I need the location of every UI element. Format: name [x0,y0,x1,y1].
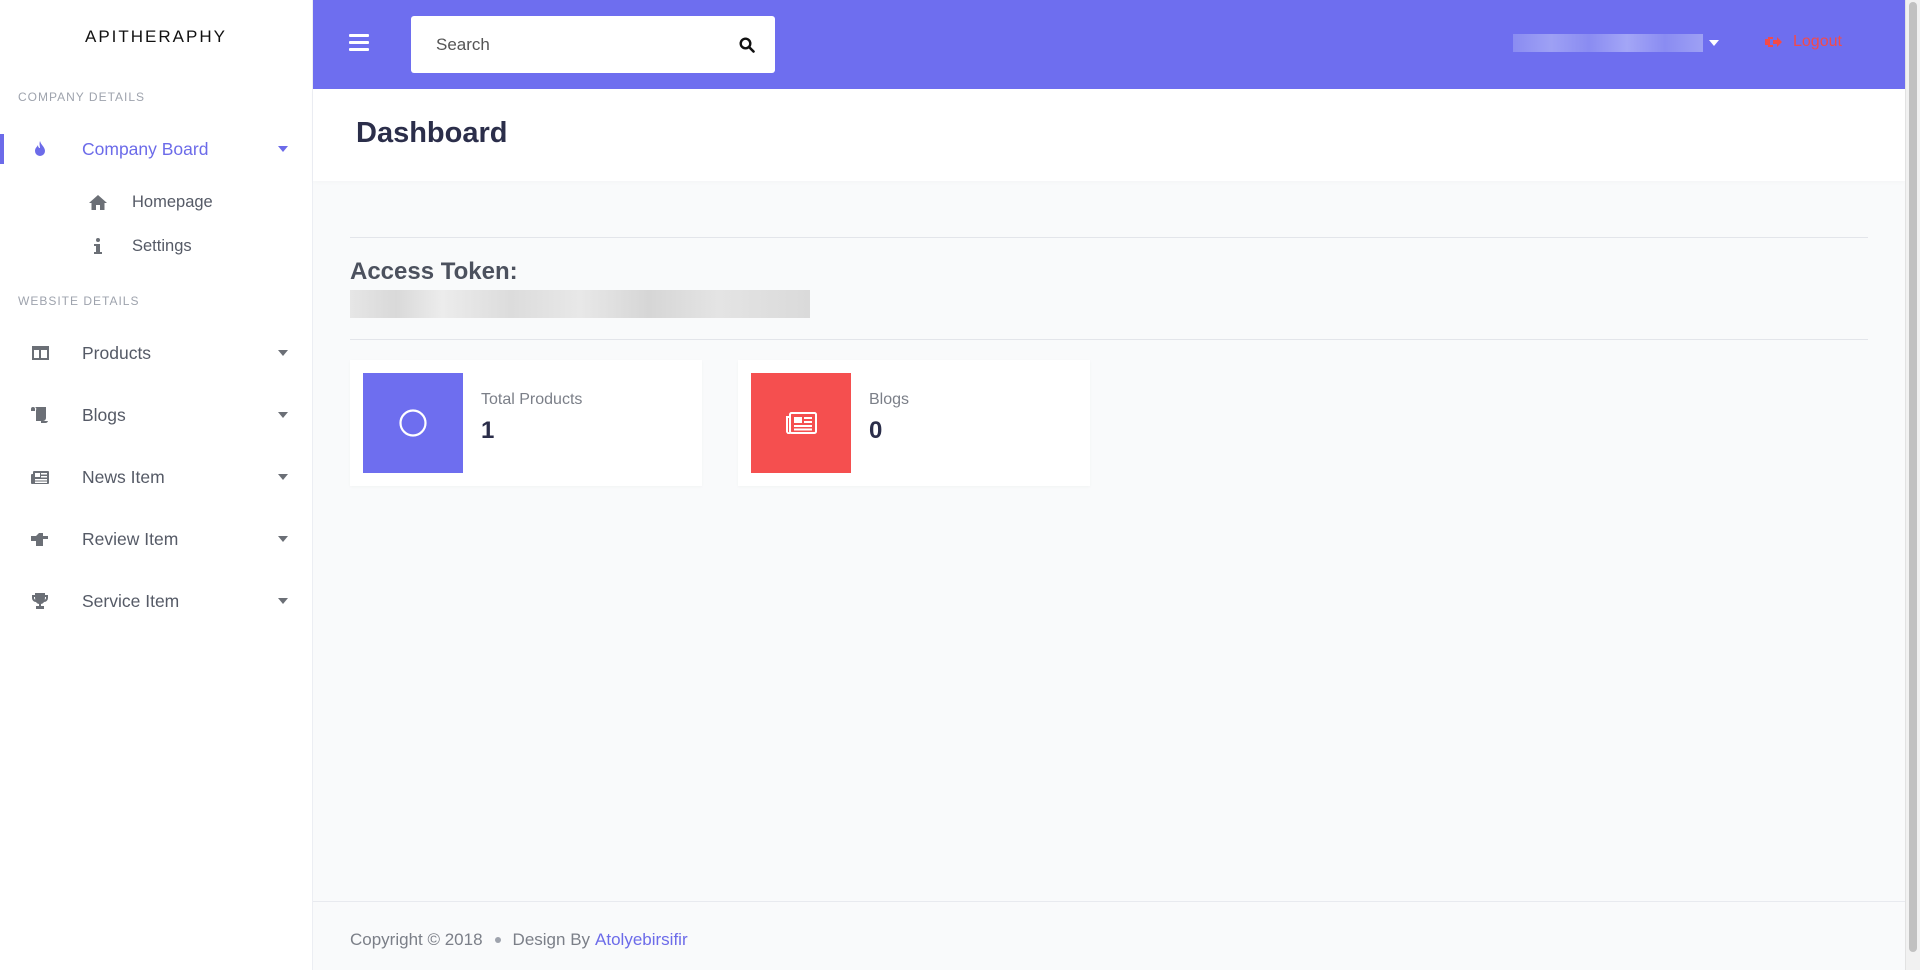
stat-card-blogs: Blogs 0 [738,360,1090,486]
sidebar-item-label: Company Board [82,138,209,159]
sidebar: APITHERAPHY COMPANY DETAILS Company Boar… [0,0,313,970]
flame-icon [30,139,50,159]
stat-value: 1 [481,417,495,444]
footer-text: Copyright © 2018 Design By Atolyebirsifi… [350,930,688,950]
page-scrollbar[interactable] [1905,0,1920,970]
sidebar-subitem-label: Settings [132,236,192,255]
page-title: Dashboard [356,117,508,149]
sidebar-item-label: Service Item [82,590,180,611]
stat-card-total-products: Total Products 1 [350,360,702,486]
logout-label: Logout [1793,33,1842,50]
brand-logo[interactable]: APITHERAPHY [0,0,312,74]
username-redacted [1513,34,1703,52]
hamburger-icon [349,48,369,51]
design-by-text: Design By [512,930,591,949]
sidebar-item-label: Products [82,342,152,363]
hamburger-icon [349,34,369,37]
section-title-company: COMPANY DETAILS [18,90,146,104]
sidebar-subitem-settings[interactable]: Settings [0,224,312,268]
home-icon [88,194,108,210]
sidebar-item-news[interactable]: News Item [0,446,312,508]
access-token-value-redacted [350,290,810,318]
footer: Copyright © 2018 Design By Atolyebirsifi… [313,901,1905,970]
chevron-down-icon [278,536,288,542]
sidebar-subitem-label: Homepage [132,192,213,211]
menu-toggle-button[interactable] [349,34,369,52]
stat-tile [363,373,463,473]
sidebar-item-company-board[interactable]: Company Board [0,118,312,180]
hand-pointer-icon [30,529,50,549]
stat-title: Blogs [869,391,910,408]
sidebar-item-service[interactable]: Service Item [0,570,312,632]
search-button[interactable] [719,16,775,73]
sidebar-item-label: Review Item [82,528,179,549]
scroll-icon [30,405,50,425]
sidebar-item-label: News Item [82,466,165,487]
hamburger-icon [349,41,369,44]
section-title-website: WEBSITE DETAILS [18,294,140,308]
stat-title: Total Products [481,391,583,408]
sidebar-item-blogs[interactable]: Blogs [0,384,312,446]
trophy-icon [30,591,50,611]
chevron-down-icon [278,146,288,152]
designer-link[interactable]: Atolyebirsifir [595,930,688,950]
divider [350,339,1868,340]
sidebar-item-review[interactable]: Review Item [0,508,312,570]
chevron-down-icon [278,474,288,480]
layout-icon [30,343,50,363]
logout-button[interactable]: Logout [1765,33,1842,51]
newspaper-icon [30,467,50,487]
access-token-label: Access Token: [350,258,518,285]
circle-icon [399,409,427,437]
chevron-down-icon [278,412,288,418]
sidebar-item-products[interactable]: Products [0,322,312,384]
sidebar-item-label: Blogs [82,404,126,425]
page-header: Dashboard [313,89,1905,181]
search-input[interactable] [411,16,719,73]
chevron-down-icon [1709,40,1719,46]
user-menu[interactable] [1513,34,1719,52]
divider [350,237,1868,238]
search-box [411,16,775,73]
newspaper-icon [786,412,817,434]
top-navbar: Logout [313,0,1905,89]
separator-dot [494,937,501,943]
stat-tile [751,373,851,473]
chevron-down-icon [278,350,288,356]
stat-value: 0 [869,417,883,444]
chevron-down-icon [278,598,288,604]
scrollbar-thumb[interactable] [1909,2,1917,952]
copyright-text: Copyright © 2018 [350,930,483,949]
info-icon [88,238,108,254]
sign-out-icon [1765,35,1783,49]
sidebar-subitem-homepage[interactable]: Homepage [0,180,312,224]
search-icon [739,36,755,53]
